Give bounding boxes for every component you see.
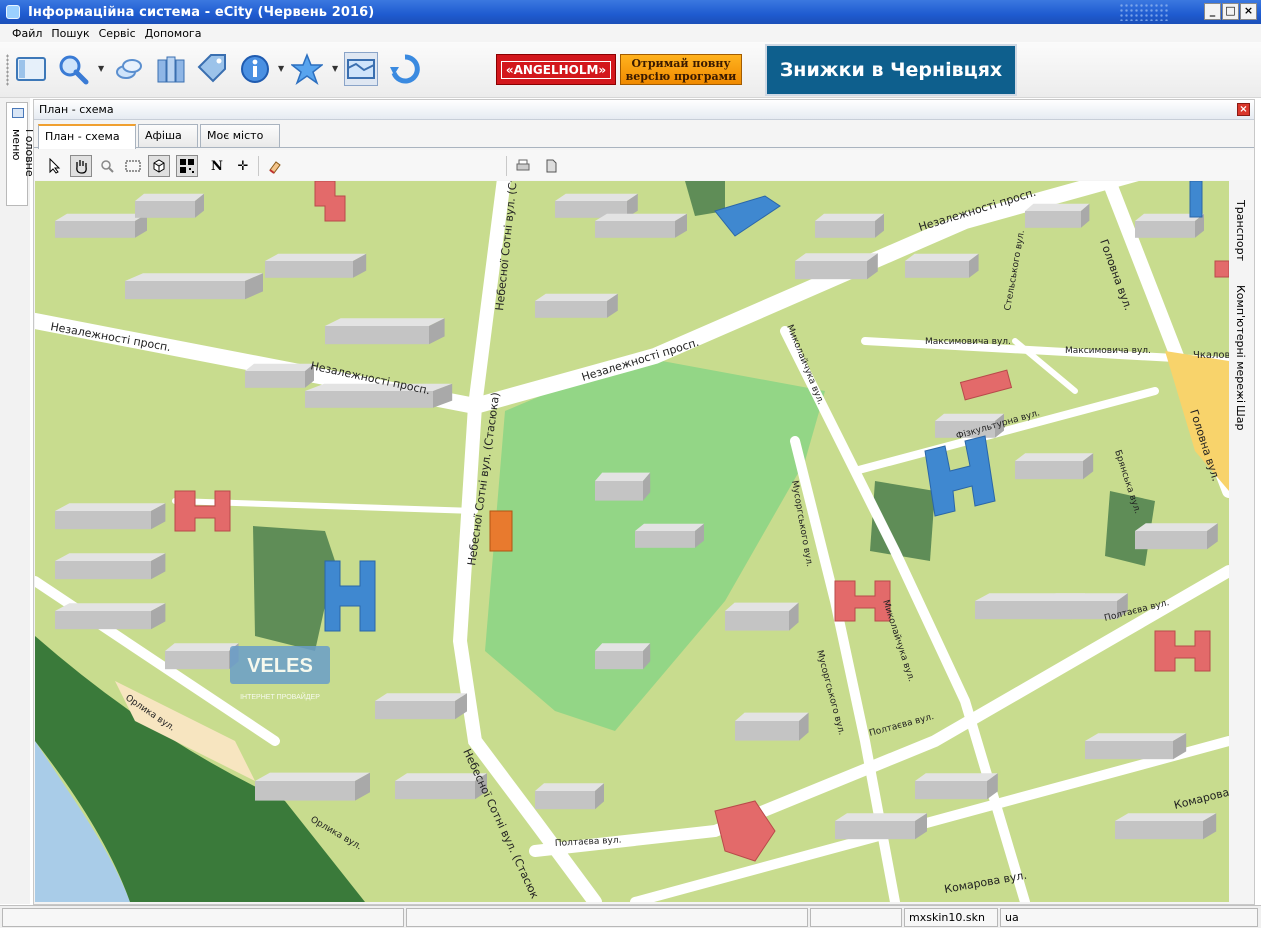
cursor-icon — [49, 158, 61, 174]
status-pane-1 — [2, 908, 404, 927]
panel-header: План - схема × — [34, 100, 1254, 120]
services-icon — [116, 59, 142, 79]
printer-icon — [516, 159, 530, 171]
tab-plan[interactable]: План - схема — [38, 124, 136, 149]
full-version-banner[interactable]: Отримай повну версію програми — [620, 54, 742, 85]
title-bar: Інформаційна система - eCity (Червень 20… — [0, 0, 1261, 24]
map-icon — [347, 59, 375, 79]
window-title: Інформаційна система - eCity (Червень 20… — [28, 4, 375, 20]
status-pane-3 — [810, 908, 902, 927]
computer-networks-tab[interactable]: Комп'ютерні мережі — [1234, 285, 1247, 403]
search-icon — [59, 55, 89, 85]
move-arrows-icon: ✛ — [237, 158, 249, 174]
magnifier-icon — [101, 160, 114, 173]
map-toolbar: N ✛ — [34, 150, 1254, 180]
status-bar: mxskin10.skn ua — [0, 905, 1261, 928]
layer-tab[interactable]: Шар — [1234, 405, 1247, 431]
map-canvas[interactable]: VELES ІНТЕРНЕТ ПРОВАЙДЕР Незалежності пр… — [35, 181, 1229, 902]
map-panel: План - схема × План - схема Афіша Моє мі… — [33, 99, 1255, 905]
discounts-banner[interactable]: Знижки в Чернівцях — [765, 44, 1017, 96]
panel-title: План - схема — [39, 103, 114, 116]
city-map[interactable]: VELES ІНТЕРНЕТ ПРОВАЙДЕР Незалежності пр… — [35, 181, 1229, 902]
services-button[interactable] — [112, 52, 146, 86]
north-tool[interactable]: N — [206, 155, 228, 177]
maximize-button[interactable]: □ — [1222, 3, 1239, 20]
panel-tabs: План - схема Афіша Моє місто — [38, 124, 282, 149]
tab-afisha[interactable]: Афіша — [138, 124, 198, 147]
status-pane-2 — [406, 908, 808, 927]
zoom-rect-tool[interactable] — [122, 155, 144, 177]
language-status: ua — [1000, 908, 1258, 927]
toolbar-separator-2 — [506, 156, 507, 176]
titlebar-decoration — [1119, 3, 1169, 21]
menu-service[interactable]: Сервіс — [99, 27, 136, 40]
pointer-tool[interactable] — [44, 155, 66, 177]
street-label: Максимовича вул. — [1065, 346, 1151, 356]
star-icon — [291, 53, 323, 85]
panel-toggle-button[interactable] — [14, 52, 48, 86]
qr-tool[interactable] — [176, 155, 198, 177]
refresh-button[interactable] — [388, 52, 422, 86]
info-dropdown-arrow[interactable]: ▼ — [278, 64, 284, 73]
search-button[interactable] — [56, 52, 90, 86]
hand-icon — [76, 160, 87, 174]
favorites-dropdown-arrow[interactable]: ▼ — [332, 64, 338, 73]
street-label: Максимовича вул. — [925, 337, 1011, 347]
zoom-tool[interactable] — [96, 155, 118, 177]
info-button[interactable] — [238, 52, 272, 86]
toolbar-separator — [258, 156, 259, 176]
angelholm-banner[interactable]: «ANGELHOLM» — [496, 54, 616, 85]
right-sidebar: Транспорт Комп'ютерні мережі Шар — [1229, 190, 1253, 450]
north-icon: N — [211, 158, 223, 174]
menu-bar: Файл Пошук Сервіс Допомога — [0, 24, 1261, 42]
minimize-button[interactable]: _ — [1204, 3, 1221, 20]
street-label: Чкалова — [1193, 350, 1229, 361]
books-icon — [157, 56, 185, 83]
angelholm-text: «ANGELHOLM» — [500, 60, 612, 79]
map-button[interactable] — [344, 52, 378, 86]
search-dropdown-arrow[interactable]: ▼ — [98, 64, 104, 73]
favorites-button[interactable] — [290, 52, 324, 86]
main-menu-tab[interactable]: Головне меню — [6, 102, 36, 206]
window-panel-icon — [16, 57, 46, 81]
eraser-tool[interactable] — [264, 155, 286, 177]
veles-logo-text: VELES — [247, 655, 313, 677]
menu-file[interactable]: Файл — [12, 27, 42, 40]
left-sidebar: Головне меню — [0, 98, 36, 904]
eraser-icon — [269, 161, 281, 174]
close-button[interactable]: × — [1240, 3, 1257, 20]
export-tool[interactable] — [540, 155, 562, 177]
full-version-line-1: Отримай повну — [631, 57, 731, 70]
main-menu-icon — [12, 108, 24, 118]
menu-help[interactable]: Допомога — [145, 27, 202, 40]
move-tool[interactable]: ✛ — [232, 155, 254, 177]
tag-icon — [197, 54, 226, 83]
veles-subtitle: ІНТЕРНЕТ ПРОВАЙДЕР — [240, 692, 320, 701]
transport-tab[interactable]: Транспорт — [1234, 200, 1247, 261]
document-icon — [546, 159, 557, 173]
skin-status: mxskin10.skn — [904, 908, 998, 927]
info-icon — [241, 55, 269, 83]
menu-search[interactable]: Пошук — [51, 27, 89, 40]
app-icon — [6, 5, 20, 19]
tab-my-city[interactable]: Моє місто — [200, 124, 280, 147]
toolbar-grip[interactable] — [6, 54, 9, 86]
full-version-line-2: версію програми — [625, 70, 737, 83]
3d-view-tool[interactable] — [148, 155, 170, 177]
print-tool[interactable] — [512, 155, 534, 177]
cube-icon — [153, 159, 165, 173]
pan-tool[interactable] — [70, 155, 92, 177]
tags-button[interactable] — [194, 52, 228, 86]
panel-close-button[interactable]: × — [1237, 103, 1250, 116]
catalog-button[interactable] — [154, 52, 188, 86]
refresh-icon — [390, 54, 420, 84]
zoom-rectangle-icon — [125, 160, 141, 172]
qr-code-icon — [180, 159, 194, 173]
